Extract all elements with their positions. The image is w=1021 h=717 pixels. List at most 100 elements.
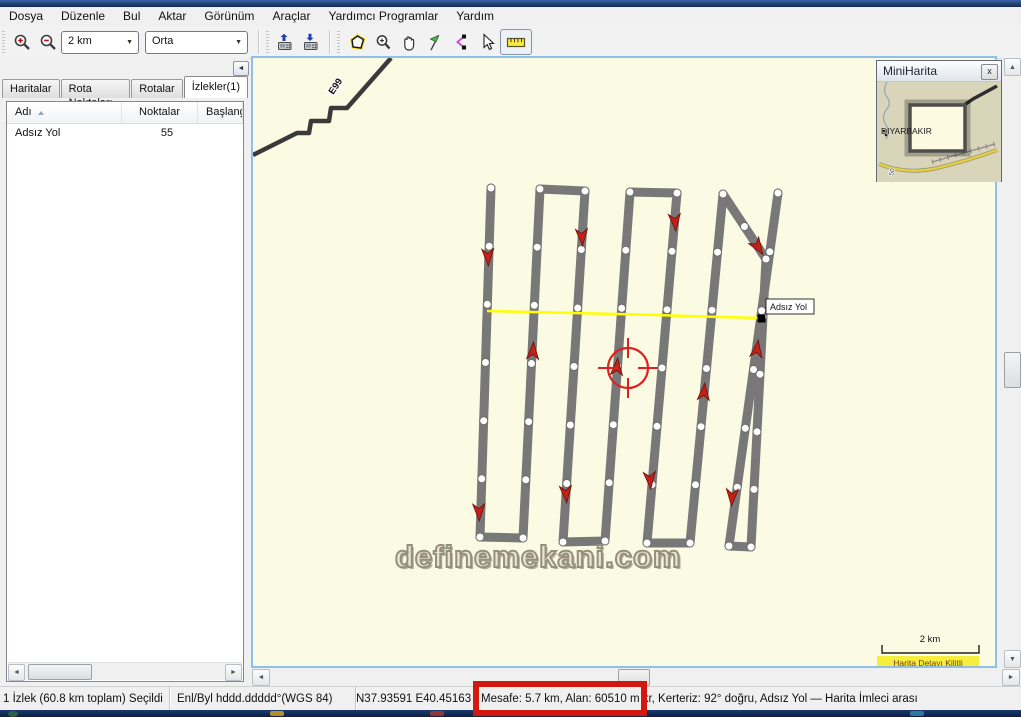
minimap-close-button[interactable]: x bbox=[981, 64, 998, 80]
track-point[interactable] bbox=[577, 246, 585, 254]
menu-yardim[interactable]: Yardım bbox=[447, 7, 503, 26]
table-row[interactable]: Adsız Yol 55 bbox=[7, 124, 243, 143]
panel-horizontal-scrollbar[interactable]: ◄ ► bbox=[8, 662, 242, 680]
menu-araclar[interactable]: Araçlar bbox=[263, 7, 319, 26]
track-point[interactable] bbox=[750, 366, 758, 374]
track-point[interactable] bbox=[653, 422, 661, 430]
track-point[interactable] bbox=[762, 255, 770, 263]
track-point[interactable] bbox=[487, 184, 495, 192]
column-header-adi[interactable]: Adı bbox=[7, 102, 122, 123]
route-tool-button[interactable] bbox=[448, 30, 474, 54]
map-scale-select[interactable]: 2 km ▼ bbox=[61, 31, 139, 54]
taskbar-icon[interactable] bbox=[910, 711, 924, 716]
send-to-device-button[interactable] bbox=[273, 30, 299, 54]
track-point[interactable] bbox=[609, 421, 617, 429]
track-point[interactable] bbox=[708, 306, 716, 314]
track-point[interactable] bbox=[533, 243, 541, 251]
data-panel: ◄ Haritalar Rota Noktaları Rotalar İzlek… bbox=[0, 58, 249, 684]
track-point[interactable] bbox=[747, 543, 755, 551]
map-viewport[interactable]: E99 Adsız Yol 2 km Harita Detayı Kilitli… bbox=[251, 56, 997, 668]
column-header-baslangic[interactable]: Başlangıç bbox=[198, 102, 243, 123]
scrollbar-thumb[interactable] bbox=[28, 664, 92, 680]
pan-tool-button[interactable] bbox=[396, 30, 422, 54]
tab-rotalar[interactable]: Rotalar bbox=[131, 79, 182, 98]
window-titlebar-strip bbox=[0, 0, 1021, 7]
panel-collapse-button[interactable]: ◄ bbox=[233, 61, 249, 76]
track-point[interactable] bbox=[725, 542, 733, 550]
scroll-left-button[interactable]: ◄ bbox=[8, 664, 25, 681]
track-point[interactable] bbox=[750, 485, 758, 493]
menu-duzenle[interactable]: Düzenle bbox=[52, 7, 114, 26]
selection-tool-button[interactable] bbox=[474, 30, 500, 54]
track-point[interactable] bbox=[618, 304, 626, 312]
track-point[interactable] bbox=[480, 417, 488, 425]
menu-dosya[interactable]: Dosya bbox=[0, 7, 52, 26]
track-point[interactable] bbox=[741, 424, 749, 432]
track-point[interactable] bbox=[758, 307, 766, 315]
track-point[interactable] bbox=[766, 248, 774, 256]
track-point[interactable] bbox=[483, 300, 491, 308]
track-point[interactable] bbox=[581, 187, 589, 195]
minimap-canvas[interactable]: DIYARBAKIR 50 bbox=[877, 82, 1001, 182]
track-point[interactable] bbox=[570, 363, 578, 371]
track-point[interactable] bbox=[605, 479, 613, 487]
scroll-right-button[interactable]: ► bbox=[1002, 669, 1020, 686]
track-point[interactable] bbox=[697, 423, 705, 431]
track-point[interactable] bbox=[714, 248, 722, 256]
map-tool-button[interactable] bbox=[344, 30, 370, 54]
waypoint-tool-button[interactable] bbox=[422, 30, 448, 54]
track-point[interactable] bbox=[525, 418, 533, 426]
map-horizontal-scrollbar[interactable]: ◄ ► bbox=[250, 669, 1021, 686]
measure-tool-button[interactable] bbox=[500, 29, 532, 55]
tab-rota-noktalari[interactable]: Rota Noktaları bbox=[61, 79, 131, 98]
taskbar-icon[interactable] bbox=[270, 711, 284, 716]
scroll-up-button[interactable]: ▲ bbox=[1004, 58, 1021, 76]
track-point[interactable] bbox=[673, 189, 681, 197]
track-point[interactable] bbox=[622, 246, 630, 254]
track-point[interactable] bbox=[528, 360, 536, 368]
track-point[interactable] bbox=[482, 359, 490, 367]
zoom-out-button[interactable] bbox=[35, 30, 61, 54]
track-point[interactable] bbox=[703, 365, 711, 373]
zoom-tool-button[interactable] bbox=[370, 30, 396, 54]
track-point[interactable] bbox=[668, 247, 676, 255]
taskbar-icon[interactable] bbox=[430, 711, 444, 716]
track-point[interactable] bbox=[692, 481, 700, 489]
track-point[interactable] bbox=[574, 304, 582, 312]
track-point[interactable] bbox=[530, 301, 538, 309]
track-point[interactable] bbox=[626, 188, 634, 196]
track-point[interactable] bbox=[719, 190, 727, 198]
track-point[interactable] bbox=[478, 475, 486, 483]
menu-aktar[interactable]: Aktar bbox=[149, 7, 195, 26]
track-point[interactable] bbox=[774, 189, 782, 197]
taskbar-icon[interactable] bbox=[600, 711, 614, 716]
track-point[interactable] bbox=[566, 421, 574, 429]
receive-from-device-button[interactable] bbox=[299, 30, 325, 54]
map-detail-select[interactable]: Orta ▼ bbox=[145, 31, 248, 54]
scroll-left-button[interactable]: ◄ bbox=[252, 669, 270, 686]
scroll-right-button[interactable]: ► bbox=[225, 664, 242, 681]
track-point[interactable] bbox=[741, 223, 749, 231]
track-point[interactable] bbox=[522, 476, 530, 484]
column-header-noktalar[interactable]: Noktalar bbox=[122, 102, 198, 123]
scroll-down-button[interactable]: ▼ bbox=[1004, 650, 1021, 668]
menu-yardimci-programlar[interactable]: Yardımcı Programlar bbox=[319, 7, 447, 26]
measure-endpoint[interactable] bbox=[758, 315, 766, 323]
menu-gorunum[interactable]: Görünüm bbox=[195, 7, 263, 26]
track-point[interactable] bbox=[753, 428, 761, 436]
track-point[interactable] bbox=[658, 364, 666, 372]
scrollbar-thumb[interactable] bbox=[1004, 352, 1021, 388]
start-orb[interactable] bbox=[8, 711, 18, 717]
map-vertical-scrollbar[interactable]: ▲ ▼ bbox=[1004, 58, 1021, 668]
scrollbar-thumb[interactable] bbox=[618, 669, 650, 686]
tab-haritalar[interactable]: Haritalar bbox=[2, 79, 60, 98]
track-point[interactable] bbox=[485, 242, 493, 250]
track-point[interactable] bbox=[686, 539, 694, 547]
tab-izlekler[interactable]: İzlekler(1) bbox=[184, 76, 248, 98]
track-point[interactable] bbox=[563, 480, 571, 488]
windows-taskbar[interactable] bbox=[0, 710, 1021, 717]
zoom-in-button[interactable] bbox=[9, 30, 35, 54]
track-point[interactable] bbox=[663, 306, 671, 314]
track-point[interactable] bbox=[536, 185, 544, 193]
menu-bul[interactable]: Bul bbox=[114, 7, 149, 26]
